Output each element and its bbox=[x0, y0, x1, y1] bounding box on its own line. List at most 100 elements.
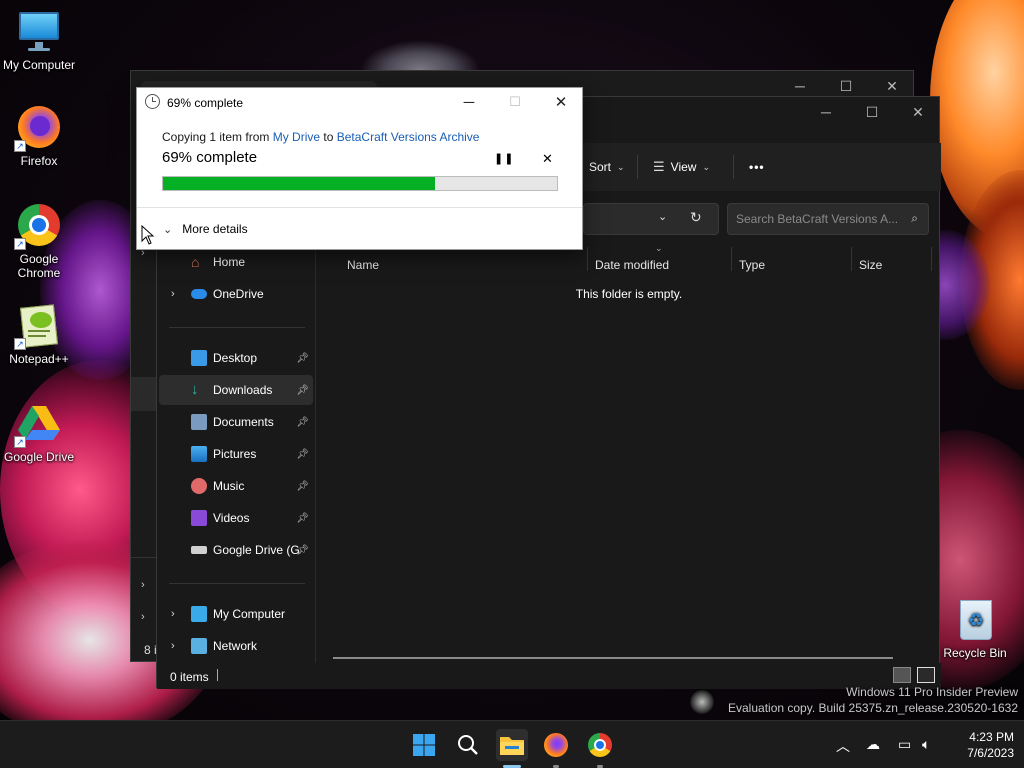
progress-fill bbox=[163, 177, 435, 190]
desktop-icon-firefox[interactable]: ↗ Firefox bbox=[0, 104, 78, 168]
maximize-button: ☐ bbox=[509, 94, 521, 109]
nav-item-onedrive[interactable]: › OneDrive bbox=[159, 279, 313, 309]
chevron-right-icon[interactable]: › bbox=[131, 247, 157, 267]
column-header-date-modified[interactable]: Date modified bbox=[587, 253, 669, 277]
desktop-icon-notepad-plus-plus[interactable]: ↗ Notepad++ bbox=[0, 302, 78, 366]
nav-label: My Computer bbox=[213, 607, 286, 621]
column-header-name[interactable]: Name bbox=[339, 253, 379, 277]
nav-label: Documents bbox=[213, 415, 274, 429]
copy-progress-dialog[interactable]: 69% complete ─ ☐ ✕ Copying 1 item from M… bbox=[136, 87, 583, 250]
pin-icon[interactable]: 📌︎ bbox=[296, 449, 309, 460]
desktop-icon-my-computer[interactable]: My Computer bbox=[0, 8, 78, 72]
chevron-right-icon[interactable]: › bbox=[171, 288, 175, 300]
chrome-icon bbox=[588, 733, 612, 757]
sort-label: Sort bbox=[589, 160, 612, 174]
chevron-right-icon[interactable]: › bbox=[171, 608, 175, 620]
desktop-icon-label: Notepad++ bbox=[9, 352, 69, 366]
search-icon: ⌕ bbox=[911, 211, 918, 225]
column-separator[interactable] bbox=[931, 247, 932, 271]
chrome-taskbar-button[interactable] bbox=[584, 729, 616, 761]
pause-button[interactable]: ❚❚ bbox=[494, 152, 514, 165]
desktop-icon-google-chrome[interactable]: ↗ Google Chrome bbox=[0, 202, 78, 280]
desktop-icon-google-drive[interactable]: ↗ Google Drive bbox=[0, 400, 78, 464]
tiles-view-icon[interactable] bbox=[917, 667, 935, 683]
file-explorer-taskbar-button[interactable] bbox=[496, 729, 528, 761]
nav-label: Desktop bbox=[213, 351, 258, 365]
cancel-button[interactable]: ✕ bbox=[542, 151, 553, 167]
desktop-folder-icon bbox=[191, 350, 207, 366]
chevron-right-icon[interactable]: › bbox=[171, 640, 175, 652]
more-options-button[interactable]: ••• bbox=[749, 156, 765, 178]
destination-link[interactable]: BetaCraft Versions Archive bbox=[337, 130, 480, 144]
nav-item-home[interactable]: ⌂ Home bbox=[159, 247, 313, 277]
desktop-icon-recycle-bin[interactable]: ♻ Recycle Bin bbox=[936, 596, 1014, 660]
chevron-down-icon[interactable]: ⌄ bbox=[658, 210, 667, 223]
nav-item-pictures[interactable]: Pictures 📌︎ bbox=[159, 439, 313, 469]
firefox-taskbar-button[interactable] bbox=[540, 729, 572, 761]
home-icon: ⌂ bbox=[191, 254, 200, 270]
view-list-icon: ☰ bbox=[653, 159, 665, 174]
address-bar[interactable]: ⌄ ↻ bbox=[583, 203, 719, 235]
clock[interactable]: 4:23 PM 7/6/2023 bbox=[950, 729, 1014, 761]
close-button[interactable]: ✕ bbox=[895, 97, 941, 127]
search-button[interactable] bbox=[452, 729, 484, 761]
cloud-icon bbox=[191, 289, 207, 299]
nav-item-videos[interactable]: Videos 📌︎ bbox=[159, 503, 313, 533]
pin-icon[interactable]: 📌︎ bbox=[296, 353, 309, 364]
toolbar-divider bbox=[733, 155, 734, 179]
pin-icon[interactable]: 📌︎ bbox=[296, 481, 309, 492]
horizontal-scrollbar[interactable] bbox=[333, 657, 893, 659]
nav-label: Google Drive (G: bbox=[213, 543, 301, 557]
nav-item-music[interactable]: Music 📌︎ bbox=[159, 471, 313, 501]
pane-divider[interactable] bbox=[315, 243, 316, 663]
nav-item-documents[interactable]: Documents 📌︎ bbox=[159, 407, 313, 437]
close-button[interactable]: ✕ bbox=[539, 90, 583, 114]
column-header-size[interactable]: Size bbox=[851, 253, 882, 277]
navigation-pane: ⌂ Home › OneDrive Desktop 📌︎ ↓ Downloads… bbox=[157, 243, 317, 663]
sort-button[interactable]: Sort ⌄ bbox=[589, 156, 625, 178]
start-button[interactable] bbox=[408, 729, 440, 761]
network-icon[interactable]: ▭ bbox=[898, 736, 911, 753]
nav-item-downloads[interactable]: ↓ Downloads 📌︎ bbox=[159, 375, 313, 405]
view-button[interactable]: ☰ View ⌄ bbox=[653, 156, 710, 178]
nav-item-my-computer[interactable]: › My Computer bbox=[159, 599, 313, 629]
chevron-right-icon[interactable]: › bbox=[141, 611, 145, 623]
search-input[interactable]: Search BetaCraft Versions A... ⌕ bbox=[727, 203, 929, 235]
dialog-title: 69% complete bbox=[167, 96, 244, 110]
details-view-icon[interactable] bbox=[893, 667, 911, 683]
refresh-icon[interactable]: ↻ bbox=[690, 209, 702, 226]
mouse-cursor-icon bbox=[141, 225, 155, 245]
nav-label: OneDrive bbox=[213, 287, 264, 301]
nav-item-google-drive[interactable]: Google Drive (G: 📌︎ bbox=[159, 535, 313, 565]
pin-icon[interactable]: 📌︎ bbox=[296, 417, 309, 428]
source-link[interactable]: My Drive bbox=[273, 130, 320, 144]
watermark-line-1: Windows 11 Pro Insider Preview bbox=[846, 685, 1018, 699]
chevron-right-icon[interactable]: › bbox=[141, 579, 145, 591]
minimize-button[interactable]: ─ bbox=[803, 97, 849, 127]
more-details-toggle[interactable]: ⌄ More details bbox=[163, 222, 248, 236]
maximize-button[interactable]: ☐ bbox=[849, 97, 895, 127]
status-bar: 0 items bbox=[157, 663, 941, 689]
minimize-button[interactable]: ─ bbox=[447, 90, 491, 114]
progress-bar bbox=[162, 176, 558, 191]
empty-folder-message: This folder is empty. bbox=[575, 287, 683, 301]
pin-icon[interactable]: 📌︎ bbox=[296, 513, 309, 524]
pin-icon[interactable]: 📌︎ bbox=[296, 385, 309, 396]
chevron-down-icon: ⌄ bbox=[702, 161, 710, 172]
recycle-bin-icon: ♻ bbox=[952, 596, 998, 642]
volume-icon[interactable]: 🔈︎ bbox=[922, 736, 930, 753]
pin-icon[interactable]: 📌︎ bbox=[296, 545, 309, 556]
nav-divider bbox=[169, 327, 305, 328]
onedrive-offline-icon[interactable]: ☁︎ bbox=[866, 736, 880, 753]
copy-description: Copying 1 item from My Drive to BetaCraf… bbox=[162, 130, 479, 144]
column-header-type[interactable]: Type bbox=[731, 253, 765, 277]
download-icon: ↓ bbox=[191, 381, 199, 398]
windows-logo-icon bbox=[413, 734, 435, 756]
nav-label: Pictures bbox=[213, 447, 257, 461]
search-placeholder: Search BetaCraft Versions A... bbox=[736, 212, 899, 226]
nav-item-network[interactable]: › Network bbox=[159, 631, 313, 661]
show-hidden-icons-button[interactable]: ︿ bbox=[836, 736, 850, 756]
nav-item-desktop[interactable]: Desktop 📌︎ bbox=[159, 343, 313, 373]
nav-label: Downloads bbox=[213, 383, 273, 397]
nav-label: Network bbox=[213, 639, 258, 653]
